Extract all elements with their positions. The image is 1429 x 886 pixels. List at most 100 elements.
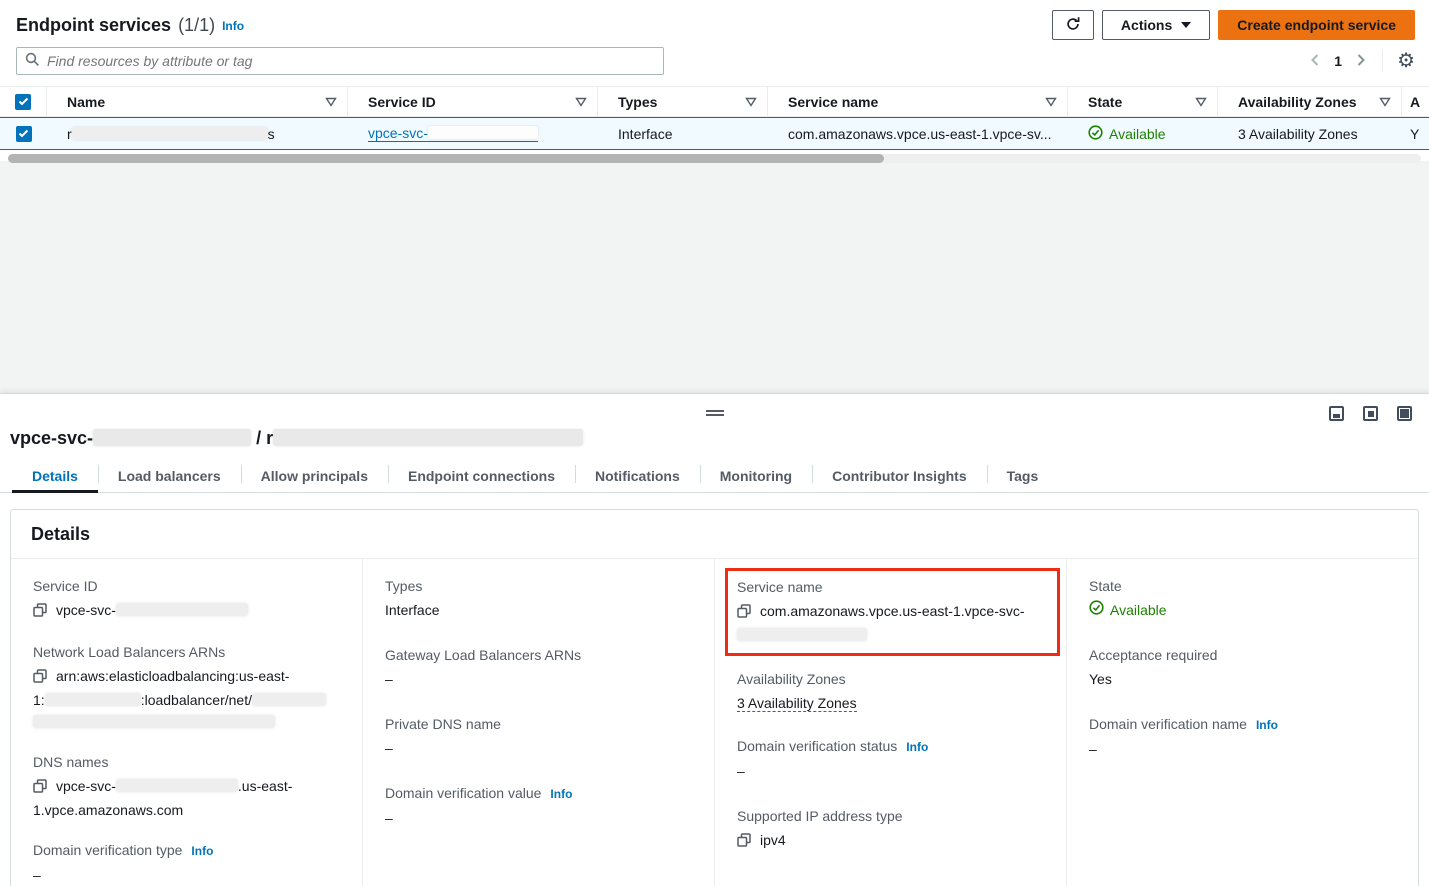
field-service-name: Service name com.amazonaws.vpce.us-east-… bbox=[737, 577, 1047, 646]
details-card-heading: Details bbox=[11, 510, 1418, 559]
redacted-text bbox=[72, 127, 268, 140]
next-page-button[interactable] bbox=[1354, 51, 1368, 72]
az-popover-trigger[interactable]: 3 Availability Zones bbox=[1238, 126, 1358, 142]
tab-notifications[interactable]: Notifications bbox=[575, 460, 700, 492]
refresh-button[interactable] bbox=[1052, 10, 1094, 40]
filter-icon[interactable] bbox=[575, 94, 587, 110]
title-name-prefix: r bbox=[266, 428, 273, 448]
detail-tabs: Details Load balancers Allow principals … bbox=[0, 460, 1429, 493]
column-header-availability-zones[interactable]: Availability Zones bbox=[1218, 87, 1402, 116]
success-check-icon bbox=[1088, 125, 1103, 143]
column-header-service-name[interactable]: Service name bbox=[768, 87, 1068, 116]
row-types-cell: Interface bbox=[598, 126, 768, 142]
panel-bottom-position-icon[interactable] bbox=[1329, 406, 1344, 421]
row-service-name-cell: com.amazonaws.vpce.us-east-1.vpce-sv... bbox=[768, 126, 1068, 142]
service-id-value: vpce-svc- bbox=[56, 602, 116, 618]
field-value: vpce-svc- bbox=[33, 599, 342, 623]
field-label: Service name bbox=[737, 577, 1047, 597]
success-check-icon bbox=[1089, 599, 1104, 621]
column-header-name[interactable]: Name bbox=[47, 87, 348, 116]
scrollbar-thumb[interactable] bbox=[8, 154, 884, 163]
field-domain-verification-type: Domain verification type Info – bbox=[33, 840, 342, 886]
search-input[interactable] bbox=[47, 53, 655, 69]
redacted-text bbox=[45, 693, 141, 706]
redacted-text bbox=[116, 779, 238, 792]
field-domain-verification-status: Domain verification statusInfo – bbox=[737, 736, 1046, 782]
column-header-clipped[interactable]: A bbox=[1402, 87, 1429, 116]
row-clipped-cell: Y bbox=[1402, 126, 1429, 142]
field-label: Private DNS name bbox=[385, 714, 694, 734]
endpoint-services-table: Name Service ID Types Service name State bbox=[0, 86, 1429, 163]
redacted-text bbox=[93, 429, 251, 446]
field-value: – bbox=[1089, 738, 1398, 760]
label-text: Domain verification type bbox=[33, 842, 182, 858]
info-link[interactable]: Info bbox=[1256, 718, 1278, 732]
field-label: State bbox=[1089, 576, 1398, 596]
status-badge: Available bbox=[1089, 599, 1167, 621]
field-dns-names: DNS names vpce-svc-.us-east- 1.vpce.amaz… bbox=[33, 752, 342, 821]
field-label: Domain verification valueInfo bbox=[385, 783, 694, 804]
copy-icon[interactable] bbox=[33, 667, 47, 689]
row-name-text: r bbox=[67, 126, 72, 142]
field-availability-zones: Availability Zones 3 Availability Zones bbox=[737, 669, 1046, 714]
horizontal-scrollbar[interactable] bbox=[8, 154, 1421, 163]
tab-endpoint-connections[interactable]: Endpoint connections bbox=[388, 460, 575, 492]
select-all-cell bbox=[0, 87, 47, 116]
field-value: com.amazonaws.vpce.us-east-1.vpce-svc- bbox=[737, 600, 1047, 646]
copy-icon[interactable] bbox=[737, 602, 751, 624]
row-name-text: s bbox=[268, 126, 275, 142]
previous-page-button[interactable] bbox=[1308, 51, 1322, 72]
row-checkbox[interactable] bbox=[16, 126, 32, 142]
search-box[interactable] bbox=[16, 47, 664, 75]
field-label: DNS names bbox=[33, 752, 342, 772]
service-id-link[interactable]: vpce-svc- bbox=[368, 126, 538, 142]
current-page-number[interactable]: 1 bbox=[1332, 53, 1344, 69]
column-header-service-id[interactable]: Service ID bbox=[348, 87, 598, 116]
table-row[interactable]: r s vpce-svc- Interface com.amazonaws.vpc… bbox=[0, 117, 1429, 150]
select-all-checkbox[interactable] bbox=[15, 94, 31, 110]
create-endpoint-service-button[interactable]: Create endpoint service bbox=[1218, 10, 1415, 40]
dns-value-line1: .us-east- bbox=[238, 778, 292, 794]
info-link[interactable]: Info bbox=[550, 787, 572, 801]
preferences-gear-icon[interactable]: ⚙ bbox=[1397, 51, 1415, 71]
filter-icon[interactable] bbox=[1045, 94, 1057, 110]
field-domain-verification-name: Domain verification nameInfo – bbox=[1089, 714, 1398, 760]
tab-allow-principals[interactable]: Allow principals bbox=[241, 460, 388, 492]
tab-load-balancers[interactable]: Load balancers bbox=[98, 460, 241, 492]
header-info-link[interactable]: Info bbox=[222, 19, 244, 33]
resource-count: (1/1) bbox=[178, 15, 215, 36]
tab-monitoring[interactable]: Monitoring bbox=[700, 460, 812, 492]
info-link[interactable]: Info bbox=[191, 844, 213, 858]
filter-icon[interactable] bbox=[325, 94, 337, 110]
copy-icon[interactable] bbox=[33, 601, 47, 623]
table-controls: 1 ⚙ bbox=[0, 40, 1429, 75]
info-link[interactable]: Info bbox=[906, 740, 928, 754]
field-label: Availability Zones bbox=[737, 669, 1046, 689]
field-label: Supported IP address type bbox=[737, 806, 1046, 826]
service-name-line1: com.amazonaws.vpce.us-east-1.vpce-svc- bbox=[760, 603, 1025, 619]
refresh-icon bbox=[1065, 16, 1081, 35]
title-group: Endpoint services (1/1) Info bbox=[16, 15, 244, 36]
actions-button[interactable]: Actions bbox=[1102, 10, 1210, 40]
redacted-text bbox=[428, 126, 538, 139]
nlb-arn-line2: 1: bbox=[33, 692, 45, 708]
field-value: ipv4 bbox=[737, 829, 1046, 853]
redacted-text bbox=[116, 603, 248, 616]
resize-handle-icon[interactable] bbox=[706, 410, 724, 416]
az-popover-trigger[interactable]: 3 Availability Zones bbox=[737, 695, 857, 712]
field-value: Interface bbox=[385, 599, 694, 621]
filter-icon[interactable] bbox=[745, 94, 757, 110]
panel-half-size-icon[interactable] bbox=[1363, 406, 1378, 421]
split-panel: vpce-svc- / r Details Load balancers All… bbox=[0, 393, 1429, 886]
copy-icon[interactable] bbox=[33, 777, 47, 799]
copy-icon[interactable] bbox=[737, 831, 751, 853]
column-header-state[interactable]: State bbox=[1068, 87, 1218, 116]
tab-tags[interactable]: Tags bbox=[987, 460, 1059, 492]
tab-contributor-insights[interactable]: Contributor Insights bbox=[812, 460, 987, 492]
field-value: – bbox=[33, 864, 342, 886]
column-header-types[interactable]: Types bbox=[598, 87, 768, 116]
tab-details[interactable]: Details bbox=[12, 460, 98, 492]
filter-icon[interactable] bbox=[1195, 94, 1207, 110]
panel-full-size-icon[interactable] bbox=[1397, 406, 1412, 421]
filter-icon[interactable] bbox=[1379, 94, 1391, 110]
